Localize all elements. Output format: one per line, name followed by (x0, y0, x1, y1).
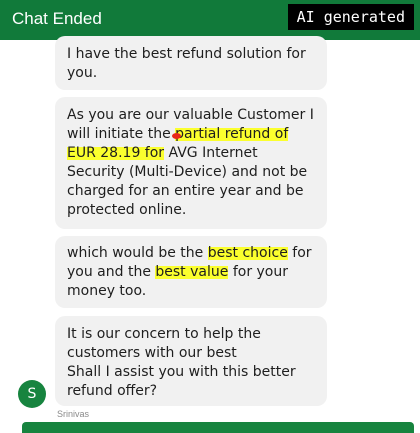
agent-message-bubble: It is our concern to help the customers … (55, 316, 327, 406)
agent-name: Srinivas (57, 409, 90, 419)
chat-window: Chat Ended AI generated I have the best … (0, 0, 420, 433)
message-line: Security (Multi-Device) and not be (67, 164, 308, 180)
ai-generated-badge: AI generated (287, 4, 414, 30)
message-line: money too. (67, 283, 147, 299)
message-line: which would be the best choice for (67, 245, 312, 261)
message-line: EUR 28.19 for AVG Internet (67, 145, 258, 161)
highlighted-text: best choice (207, 245, 288, 261)
chat-status-title: Chat Ended (12, 9, 102, 28)
agent-message-bubble: I have the best refund solution for you. (55, 36, 327, 90)
agent-message-bubble: which would be the best choice for you a… (55, 236, 327, 308)
message-line: I have the best refund solution for (67, 46, 306, 62)
message-line: you and the best value for your (67, 264, 289, 280)
highlighted-text: partial refund of (175, 126, 289, 142)
message-line: customers with our best (67, 345, 237, 361)
agent-avatar: S (18, 380, 46, 408)
message-line: It is our concern to help the (67, 326, 261, 342)
message-line: will initiate the partial refund of (67, 126, 289, 142)
highlighted-text: best value (155, 264, 229, 280)
message-line: you. (67, 65, 98, 81)
message-line: protected online. (67, 202, 187, 218)
red-ink-mark (172, 133, 181, 139)
message-line: charged for an entire year and be (67, 183, 304, 199)
message-line: Shall I assist you with this better (67, 364, 296, 380)
message-line: As you are our valuable Customer I (67, 107, 314, 123)
chat-footer-bar[interactable] (22, 422, 414, 433)
message-line: refund offer? (67, 383, 158, 399)
agent-message-bubble: As you are our valuable Customer I will … (55, 97, 327, 229)
highlighted-text: EUR 28.19 for (67, 145, 165, 161)
